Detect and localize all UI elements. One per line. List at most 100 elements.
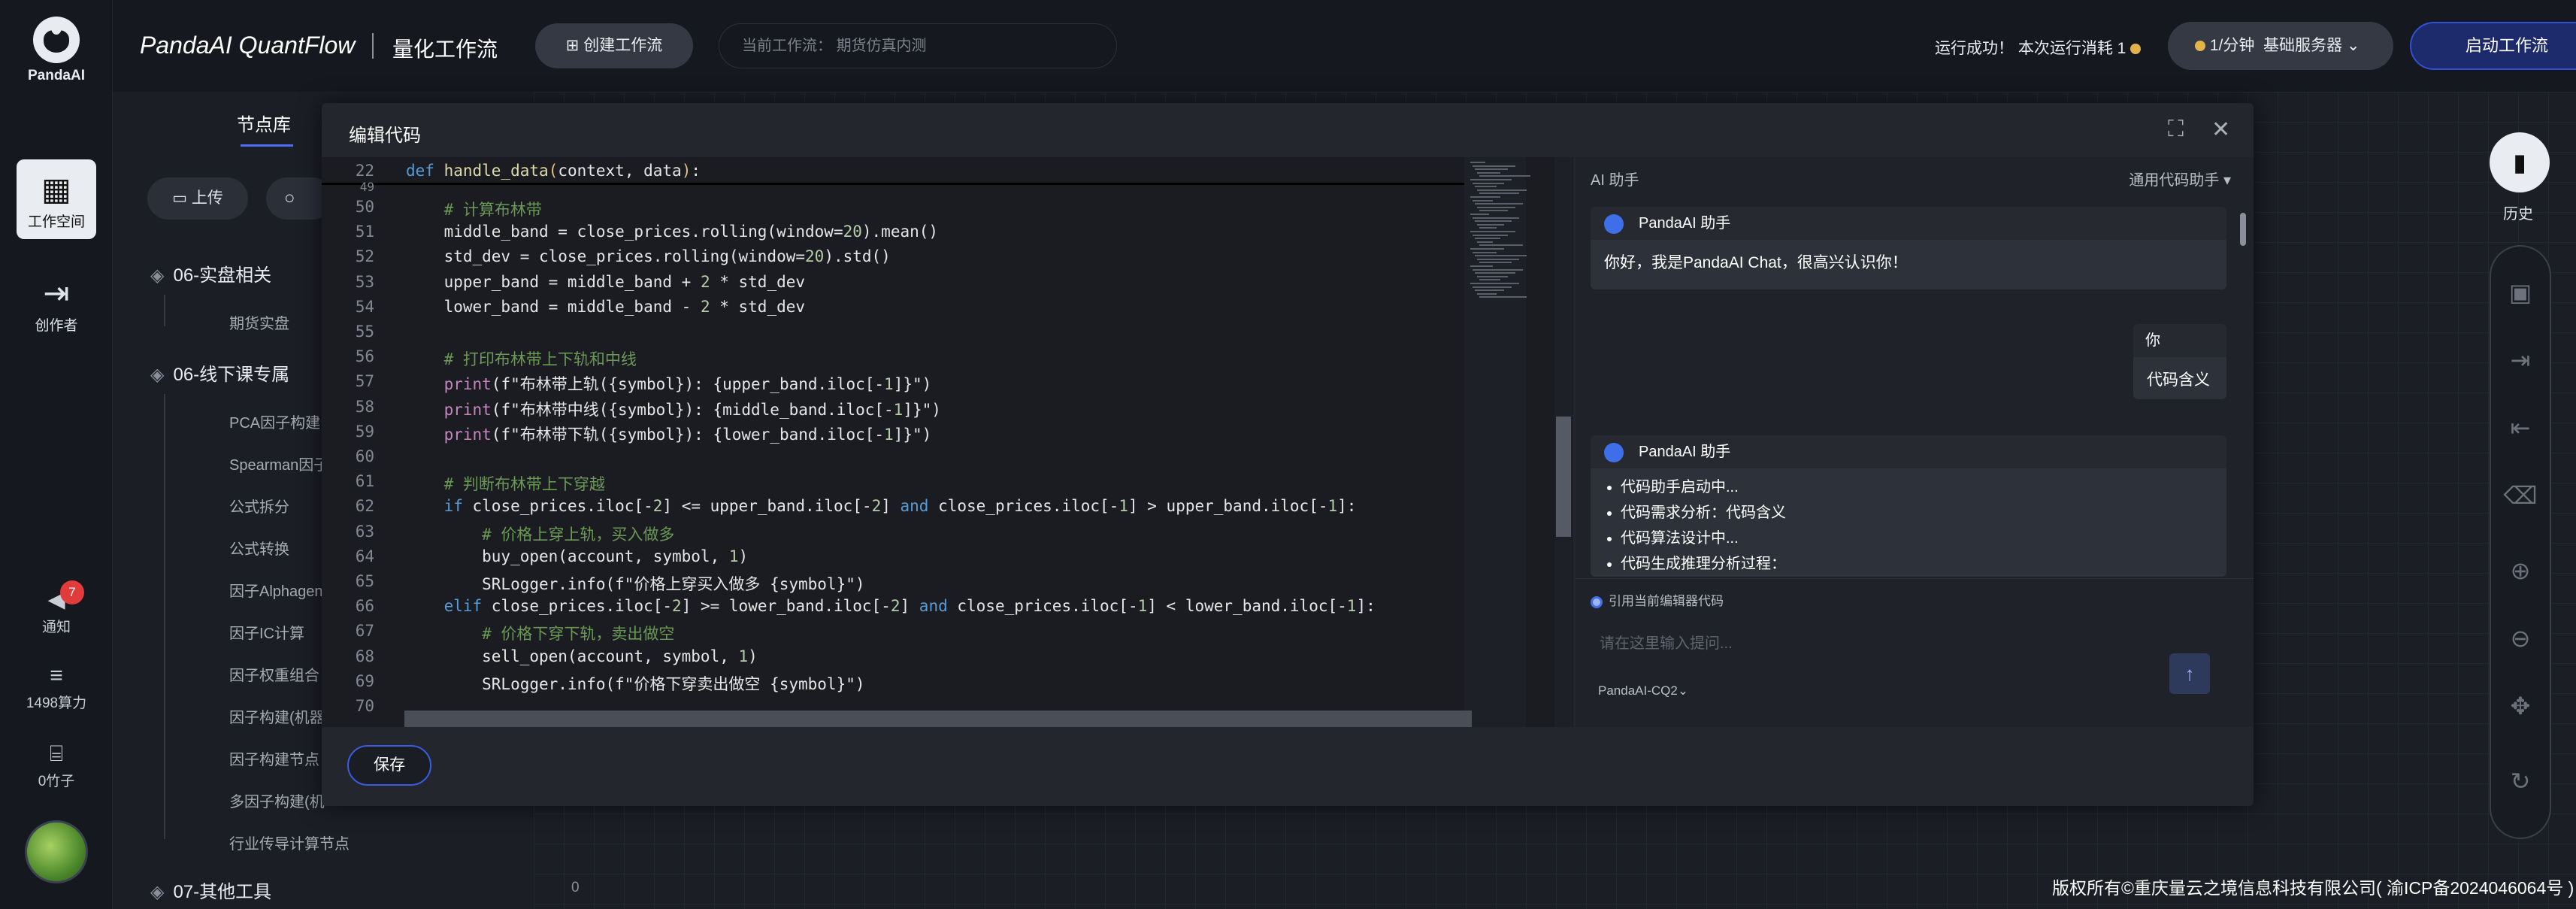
upload-button[interactable]: ▭ 上传 <box>147 177 248 220</box>
bot-greeting: 你好，我是PandaAI Chat，很高兴认识你！ <box>1604 254 1908 271</box>
minimap-line <box>1470 283 1519 284</box>
chat-scroll-thumb[interactable] <box>2240 213 2246 246</box>
tree-node[interactable]: 期货实盘 <box>229 311 289 333</box>
tab-node-library[interactable]: 节点库 <box>237 110 291 136</box>
nav-creator[interactable]: ⇥ 创作者 <box>17 263 96 343</box>
minimap-line <box>1473 234 1508 236</box>
code-line: print(f"布林带中线({symbol}): {middle_band.il… <box>443 400 941 419</box>
code-line: # 价格下穿下轨，卖出做空 <box>406 625 675 644</box>
fullscreen-icon[interactable]: ⛶ <box>2168 117 2184 142</box>
category-label: 07-其他工具 <box>173 882 272 902</box>
user-text: 代码含义 <box>2147 371 2210 389</box>
user-message: 你 代码含义 <box>2133 324 2226 399</box>
category-tools[interactable]: ◈ 07-其他工具 <box>150 877 271 903</box>
category-offline[interactable]: ◈ 06-线下课专属 <box>150 359 289 386</box>
reference-label: 引用当前编辑器代码 <box>1609 594 1724 608</box>
app-root: PandaAI ▦ 工作空间 ⇥ 创作者 ◀ 通知 7 ≡ 1498算力 ⌸ 0… <box>0 0 2576 909</box>
line-number: 70 <box>355 697 374 715</box>
line-number: 68 <box>355 647 374 665</box>
send-button[interactable]: ↑ <box>2169 653 2210 694</box>
minimap-line <box>1470 265 1493 267</box>
history-button[interactable]: ▮ <box>2490 132 2550 192</box>
minimap-line <box>1470 248 1504 250</box>
notify-badge: 7 <box>60 580 84 604</box>
line-number: 56 <box>355 347 374 366</box>
export-icon[interactable]: ⇥ <box>2491 346 2550 374</box>
import-icon[interactable]: ⇤ <box>2491 414 2550 442</box>
tree-node[interactable]: 多因子构建(机 <box>229 789 325 811</box>
reference-toggle[interactable]: 引用当前编辑器代码 <box>1591 590 1724 609</box>
model-select[interactable]: PandaAI-CQ2⌄ <box>1598 683 1688 698</box>
nav-bamboo[interactable]: ⌸ 0竹子 <box>0 741 113 790</box>
trash-icon[interactable]: ⌫ <box>2491 481 2550 510</box>
minimap-line <box>1475 289 1504 292</box>
category-live[interactable]: ◈ 06-实盘相关 <box>150 260 271 286</box>
minimap-line <box>1477 275 1508 277</box>
nav-compute[interactable]: ≡ 1498算力 <box>0 663 113 712</box>
tree-node[interactable]: 因子构建(机器 <box>229 705 325 727</box>
line-number: 50 <box>355 198 374 216</box>
move-icon[interactable]: ✥ <box>2491 692 2550 720</box>
minimap-line <box>1473 182 1504 184</box>
line-number: 22 <box>355 162 374 180</box>
assistant-select[interactable]: 通用代码助手 ▾ <box>2129 168 2231 189</box>
question-input[interactable]: 请在这里输入提问... <box>1600 631 1733 653</box>
code-line: sell_open(account, symbol, 1) <box>406 647 758 665</box>
nav-bamboo-label: 0竹子 <box>38 774 75 789</box>
tree-node[interactable]: 公式拆分 <box>229 495 289 517</box>
save-button[interactable]: 保存 <box>347 745 431 786</box>
tree-node[interactable]: 因子Alphagen <box>229 579 323 601</box>
code-line: SRLogger.info(f"价格上穿买入做多 {symbol}") <box>406 575 865 593</box>
code-editor[interactable]: 22 def handle_data(context, data): 49 50… <box>322 157 1573 727</box>
code-line: SRLogger.info(f"价格下穿卖出做空 {symbol}") <box>406 674 865 693</box>
tree-node[interactable]: 因子构建节点 <box>229 747 319 769</box>
minimap[interactable] <box>1464 157 1530 727</box>
minimap-line <box>1479 244 1523 247</box>
save-icon[interactable]: ▣ <box>2491 278 2550 307</box>
bot-message: PandaAI 助手 你好，我是PandaAI Chat，很高兴认识你！ <box>1591 207 2226 289</box>
nav-notify[interactable]: ◀ 通知 <box>0 586 113 636</box>
tree-node[interactable]: Spearman因子 <box>229 453 328 474</box>
refresh-icon[interactable]: ↻ <box>2491 767 2550 795</box>
horizontal-scrollbar[interactable] <box>404 711 1472 727</box>
logo-text: PandaAI <box>27 68 86 83</box>
minimap-line <box>1473 268 1523 271</box>
nav-creator-label: 创作者 <box>35 318 78 334</box>
nav-notify-label: 通知 <box>41 620 71 635</box>
model-label: PandaAI-CQ2 <box>1598 683 1678 698</box>
bot-header: PandaAI 助手 <box>1591 435 2226 468</box>
edit-code-modal: 编辑代码 ⛶ ✕ 22 def handle_data(context, dat… <box>322 103 2254 806</box>
tree-node[interactable]: 行业传导计算节点 <box>229 832 350 853</box>
step-list: 代码助手启动中... 代码需求分析：代码含义 代码算法设计中... 代码生成推理… <box>1591 468 2226 577</box>
server-select[interactable]: 1/分钟 基础服务器 ⌄ <box>2168 22 2393 70</box>
current-workflow-field[interactable]: 当前工作流： 期货仿真内测 <box>719 23 1117 68</box>
zoom-in-icon[interactable]: ⊕ <box>2491 556 2550 585</box>
bar-chart-icon: ▮ <box>2513 149 2526 176</box>
chat-scrollbar[interactable] <box>2240 202 2248 577</box>
step-item: 代码需求分析：代码含义 <box>1621 500 2213 526</box>
tree-node[interactable]: 公式转换 <box>229 537 289 559</box>
tree-node[interactable]: PCA因子构建 <box>229 411 320 432</box>
zoom-out-icon[interactable]: ⊖ <box>2491 624 2550 653</box>
minimap-line <box>1470 214 1489 215</box>
start-workflow-button[interactable]: 启动工作流 <box>2410 22 2576 70</box>
run-status: 运行成功！ 本次运行消耗 1 <box>1935 36 2142 59</box>
line-number: 62 <box>355 497 374 516</box>
scroll-thumb[interactable] <box>1556 417 1571 537</box>
minimap-line <box>1475 168 1508 171</box>
code-line: # 打印布林带上下轨和中线 <box>406 350 637 369</box>
vertical-scrollbar[interactable] <box>1554 157 1573 727</box>
nav-workspace-label: 工作空间 <box>27 214 85 230</box>
create-workflow-button[interactable]: ⊞ 创建工作流 <box>535 23 693 68</box>
nav-workspace[interactable]: ▦ 工作空间 <box>17 159 96 239</box>
tree-node[interactable]: 因子IC计算 <box>229 621 304 643</box>
minimap-line <box>1470 162 1485 163</box>
line-number: 65 <box>355 572 374 590</box>
tree-node[interactable]: 因子权重组合 <box>229 663 319 685</box>
workspace-icon: ▦ <box>41 171 71 207</box>
code-line: if close_prices.iloc[-2] <= upper_band.i… <box>443 497 1357 516</box>
logo: PandaAI <box>0 17 113 84</box>
bot-name: PandaAI 助手 <box>1639 215 1731 232</box>
avatar[interactable] <box>25 820 88 883</box>
close-icon[interactable]: ✕ <box>2211 117 2230 143</box>
